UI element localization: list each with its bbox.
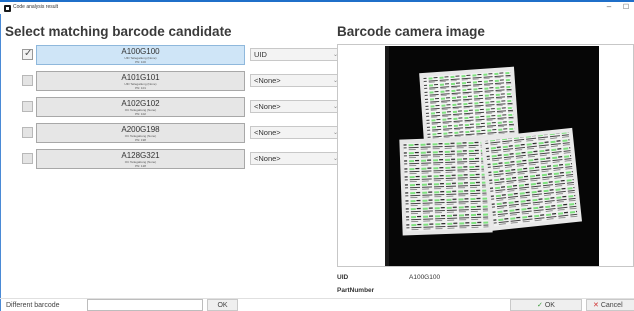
uid-value: A100G100 — [409, 274, 441, 281]
uid-label: UID — [337, 274, 349, 281]
candidate-checkbox[interactable]: ✓ — [22, 48, 33, 60]
candidate-checkbox[interactable] — [22, 101, 33, 112]
candidate-row: A128G321 OC Teilegattung (None) PN: 128 <… — [22, 149, 343, 169]
candidate-detail: OC Teilegattung (None) PN: 198 — [37, 134, 244, 142]
different-barcode-ok-button[interactable]: OK — [207, 299, 238, 311]
check-icon: ✓ — [537, 302, 543, 309]
candidate-sub-text: PN: 198 — [135, 138, 146, 142]
different-barcode-label: Different barcode — [6, 302, 60, 309]
candidate-detail: OC Teilegattung (None) PN: 128 — [37, 160, 244, 168]
camera-heading: Barcode camera image — [337, 24, 485, 39]
candidate-button[interactable]: A102G102 OC Teilegattung (None) PN: 102 — [36, 97, 245, 117]
partnumber-label: PartNumber — [337, 287, 375, 294]
field-select-value: <None> — [254, 76, 281, 85]
field-select[interactable]: UID ⌄ — [250, 48, 343, 61]
candidate-sub-text: PN: 100 — [135, 60, 146, 64]
different-barcode-input[interactable] — [87, 299, 203, 311]
candidate-checkbox[interactable] — [22, 153, 33, 164]
candidate-button[interactable]: A200G198 OC Teilegattung (None) PN: 198 — [36, 123, 245, 143]
app-icon — [4, 5, 11, 12]
field-select[interactable]: <None> ⌄ — [250, 126, 343, 139]
camera-photo — [385, 46, 599, 266]
candidate-detail: UID Teilegattung (None) PN: 100 — [37, 56, 244, 64]
cancel-button-label: Cancel — [600, 302, 623, 309]
ok-button-label: OK — [544, 302, 555, 309]
candidate-code: A101G101 — [121, 73, 160, 82]
field-select-value: <None> — [254, 128, 281, 137]
candidate-heading: Select matching barcode candidate — [5, 24, 232, 39]
candidate-button[interactable]: A101G101 UID Teilegattung (None) PN: 101 — [36, 71, 245, 91]
window-border — [0, 14, 1, 311]
window-title: Code analysis result — [13, 4, 59, 10]
candidate-code: A200G198 — [121, 125, 160, 134]
candidate-detail: UID Teilegattung (None) PN: 101 — [37, 82, 244, 90]
candidate-sub-text: PN: 101 — [135, 86, 146, 90]
candidate-code: A128G321 — [121, 151, 160, 160]
title-bar: Code analysis result – ☐ — [0, 2, 634, 14]
cancel-button[interactable]: ✕ Cancel — [586, 299, 634, 311]
camera-image — [385, 46, 599, 266]
maximize-icon[interactable]: ☐ — [621, 3, 631, 11]
candidate-detail: OC Teilegattung (None) PN: 102 — [37, 108, 244, 116]
checkmark-icon: ✓ — [24, 48, 33, 59]
candidate-row: A101G101 UID Teilegattung (None) PN: 101 … — [22, 71, 343, 91]
minimize-icon[interactable]: – — [604, 2, 614, 11]
candidate-code: A102G102 — [121, 99, 160, 108]
ok-button[interactable]: ✓ OK — [510, 299, 582, 311]
candidate-button[interactable]: A100G100 UID Teilegattung (None) PN: 100 — [36, 45, 245, 65]
field-select[interactable]: <None> ⌄ — [250, 152, 343, 165]
close-icon: ✕ — [593, 302, 599, 309]
field-select[interactable]: <None> ⌄ — [250, 100, 343, 113]
candidate-sub-text: PN: 102 — [135, 112, 146, 116]
candidate-sub-text: PN: 128 — [135, 164, 146, 168]
field-select-value: UID — [254, 50, 267, 59]
field-select-value: <None> — [254, 154, 281, 163]
field-select[interactable]: <None> ⌄ — [250, 74, 343, 87]
candidate-code: A100G100 — [121, 47, 160, 56]
candidate-button[interactable]: A128G321 OC Teilegattung (None) PN: 128 — [36, 149, 245, 169]
candidate-row: A102G102 OC Teilegattung (None) PN: 102 <… — [22, 97, 343, 117]
candidate-row: ✓ A100G100 UID Teilegattung (None) PN: 10… — [22, 45, 343, 65]
candidate-row: A200G198 OC Teilegattung (None) PN: 198 <… — [22, 123, 343, 143]
field-select-value: <None> — [254, 102, 281, 111]
candidate-checkbox[interactable] — [22, 75, 33, 86]
candidate-checkbox[interactable] — [22, 127, 33, 138]
